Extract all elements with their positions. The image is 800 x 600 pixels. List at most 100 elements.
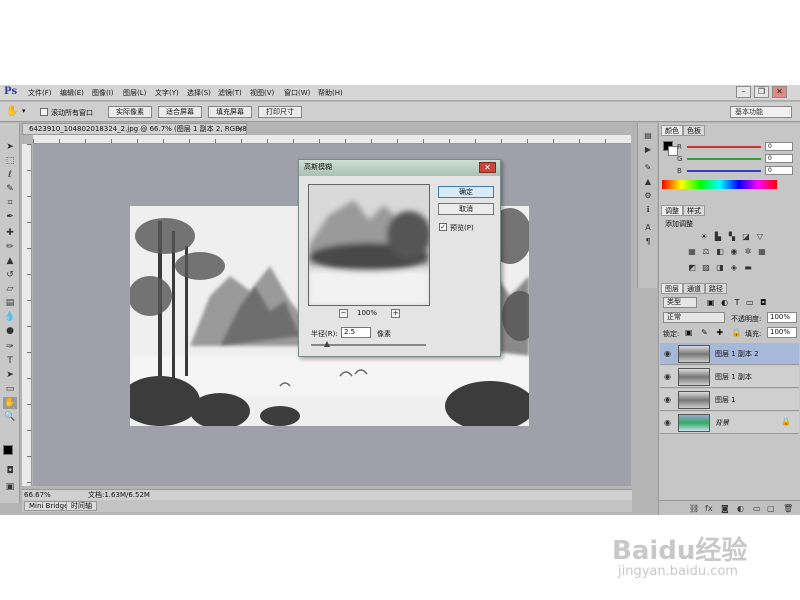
menu-edit[interactable]: 编辑(E) bbox=[60, 88, 84, 98]
menu-window[interactable]: 窗口(W) bbox=[284, 88, 310, 98]
layer-filter-icons[interactable]: ▣ ◐ T ▭ ◘ bbox=[707, 298, 768, 307]
new-layer-icon[interactable]: ▢ bbox=[767, 504, 775, 513]
preview-checkbox[interactable]: ✓ bbox=[439, 223, 447, 231]
tab-layers[interactable]: 图层 bbox=[661, 283, 683, 294]
character-icon[interactable]: A bbox=[642, 223, 654, 233]
ok-button[interactable]: 确定 bbox=[438, 186, 494, 198]
menu-file[interactable]: 文件(F) bbox=[28, 88, 52, 98]
fill-screen-button[interactable]: 填充屏幕 bbox=[208, 106, 252, 118]
info-icon[interactable]: ℹ bbox=[642, 205, 654, 215]
hand-tool-icon[interactable]: ✋ bbox=[6, 106, 18, 117]
shape-tool-icon[interactable]: ▭ bbox=[3, 383, 17, 395]
menu-image[interactable]: 图像(I) bbox=[92, 88, 114, 98]
tab-swatches[interactable]: 色板 bbox=[683, 125, 705, 136]
dialog-title-bar[interactable]: 高斯模糊 bbox=[299, 160, 500, 176]
visibility-eye-icon[interactable]: ◉ bbox=[664, 418, 671, 427]
color-spectrum-bar[interactable] bbox=[662, 180, 777, 189]
brightness-contrast-icon[interactable]: ☀ bbox=[699, 232, 709, 241]
visibility-eye-icon[interactable]: ◉ bbox=[664, 395, 671, 404]
healing-brush-tool-icon[interactable]: ✚ bbox=[3, 227, 17, 239]
restore-button[interactable]: ❐ bbox=[754, 86, 769, 98]
tab-channels[interactable]: 通道 bbox=[683, 283, 705, 294]
exposure-icon[interactable]: ◪ bbox=[741, 232, 751, 241]
channel-r-slider[interactable] bbox=[687, 146, 761, 148]
photo-filter-icon[interactable]: ◉ bbox=[729, 247, 739, 256]
visibility-eye-icon[interactable]: ◉ bbox=[664, 372, 671, 381]
clone-stamp-tool-icon[interactable]: ▲ bbox=[3, 255, 17, 267]
channel-b-value[interactable]: 0 bbox=[765, 166, 793, 175]
tab-paths[interactable]: 路径 bbox=[705, 283, 727, 294]
posterize-icon[interactable]: ▨ bbox=[701, 263, 711, 272]
invert-icon[interactable]: ◩ bbox=[687, 263, 697, 272]
lasso-tool-icon[interactable]: ℓ bbox=[3, 169, 17, 181]
black-white-icon[interactable]: ◧ bbox=[715, 247, 725, 256]
workspace-select[interactable]: 基本功能 bbox=[730, 106, 792, 118]
layer-row[interactable]: ◉ 图层 1 副本 2 bbox=[660, 343, 799, 365]
layer-filter-select[interactable]: 类型 bbox=[663, 297, 697, 308]
quick-select-tool-icon[interactable]: ✎ bbox=[3, 183, 17, 195]
fill-input[interactable]: 100% bbox=[767, 327, 797, 338]
layer-style-icon[interactable]: fx bbox=[705, 504, 713, 513]
path-select-tool-icon[interactable]: ➤ bbox=[3, 369, 17, 381]
link-layers-icon[interactable]: ⛓ bbox=[689, 504, 699, 513]
menu-filter[interactable]: 滤镜(T) bbox=[218, 88, 242, 98]
tab-adjustments[interactable]: 调整 bbox=[661, 205, 683, 216]
zoom-level[interactable]: 66.67% bbox=[24, 490, 51, 500]
blur-tool-icon[interactable]: 💧 bbox=[3, 311, 17, 323]
fit-screen-button[interactable]: 适合屏幕 bbox=[158, 106, 202, 118]
preview-window[interactable] bbox=[308, 184, 430, 306]
opacity-input[interactable]: 100% bbox=[767, 312, 797, 323]
curves-icon[interactable]: ▚ bbox=[727, 232, 737, 241]
gradient-map-icon[interactable]: ▬ bbox=[743, 263, 753, 272]
scroll-all-windows-checkbox[interactable] bbox=[40, 108, 48, 116]
menu-help[interactable]: 帮助(H) bbox=[318, 88, 343, 98]
tool-presets-icon[interactable]: ⚙ bbox=[642, 191, 654, 201]
zoom-in-button[interactable]: + bbox=[391, 309, 400, 318]
minimize-button[interactable]: – bbox=[736, 86, 751, 98]
channel-b-slider[interactable] bbox=[687, 170, 761, 172]
color-lookup-icon[interactable]: ▦ bbox=[757, 247, 767, 256]
move-tool-icon[interactable]: ➤ bbox=[3, 141, 17, 153]
visibility-eye-icon[interactable]: ◉ bbox=[664, 349, 671, 358]
close-document-icon[interactable]: × bbox=[237, 124, 243, 134]
zoom-out-button[interactable]: − bbox=[339, 309, 348, 318]
history-brush-tool-icon[interactable]: ↺ bbox=[3, 269, 17, 281]
channel-mixer-icon[interactable]: ✲ bbox=[743, 247, 753, 256]
dialog-close-icon[interactable]: ✕ bbox=[479, 162, 496, 173]
cancel-button[interactable]: 取消 bbox=[438, 203, 494, 215]
lock-icons[interactable]: ▣ ✎ ✚ 🔒 bbox=[685, 328, 745, 337]
text-tool-icon[interactable]: T bbox=[3, 355, 17, 367]
quick-mask-icon[interactable]: ◘ bbox=[3, 465, 17, 477]
brush-presets-icon[interactable]: ✎ bbox=[642, 163, 654, 173]
brush-tool-icon[interactable]: ✏ bbox=[3, 241, 17, 253]
hand-tool-icon[interactable]: ✋ bbox=[3, 397, 17, 409]
adjustment-layer-icon[interactable]: ◐ bbox=[737, 504, 744, 513]
actions-icon[interactable]: ▶ bbox=[642, 145, 654, 155]
tool-preset-chevron-down-icon[interactable]: ▾ bbox=[22, 107, 26, 115]
delete-layer-icon[interactable]: 🗑 bbox=[783, 504, 793, 513]
print-size-button[interactable]: 打印尺寸 bbox=[258, 106, 302, 118]
clone-source-icon[interactable]: ▲ bbox=[642, 177, 654, 187]
paragraph-icon[interactable]: ¶ bbox=[642, 237, 654, 247]
foreground-color-swatch[interactable] bbox=[3, 445, 13, 455]
selective-color-icon[interactable]: ◈ bbox=[729, 263, 739, 272]
actual-pixels-button[interactable]: 实际像素 bbox=[108, 106, 152, 118]
channel-r-value[interactable]: 0 bbox=[765, 142, 793, 151]
channel-g-slider[interactable] bbox=[687, 158, 761, 160]
tab-color[interactable]: 颜色 bbox=[661, 125, 683, 136]
channel-g-value[interactable]: 0 bbox=[765, 154, 793, 163]
eraser-tool-icon[interactable]: ▱ bbox=[3, 283, 17, 295]
vibrance-icon[interactable]: ▽ bbox=[755, 232, 765, 241]
color-balance-icon[interactable]: ⚖ bbox=[701, 247, 711, 256]
zoom-tool-icon[interactable]: 🔍 bbox=[3, 411, 17, 423]
new-group-icon[interactable]: ▭ bbox=[753, 504, 761, 513]
dodge-tool-icon[interactable]: ● bbox=[3, 325, 17, 337]
gradient-tool-icon[interactable]: ▤ bbox=[3, 297, 17, 309]
hue-saturation-icon[interactable]: ▦ bbox=[687, 247, 697, 256]
layer-mask-icon[interactable]: ◙ bbox=[721, 504, 729, 513]
threshold-icon[interactable]: ◨ bbox=[715, 263, 725, 272]
document-tab[interactable]: 6423910_104802018324_2.jpg @ 66.7% (图层 1… bbox=[22, 123, 247, 135]
blend-mode-select[interactable]: 正常 bbox=[663, 312, 725, 323]
radius-slider-thumb[interactable] bbox=[324, 341, 330, 347]
menu-layer[interactable]: 图层(L) bbox=[123, 88, 146, 98]
